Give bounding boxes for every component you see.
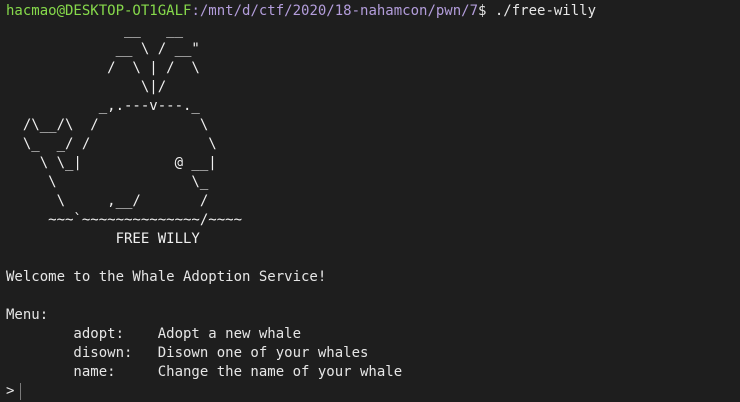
- whale-ascii-art: __ __ __ \ / __" / \ | / \ \|/ _,.---v--…: [6, 21, 734, 249]
- art-line: __ \ / __": [6, 41, 200, 57]
- terminal-window[interactable]: hacmao@DESKTOP-OT1GALF:/mnt/d/ctf/2020/1…: [0, 0, 740, 402]
- menu-item-name: name: Change the name of your whale: [6, 363, 734, 382]
- menu-description: Adopt a new whale: [157, 326, 302, 342]
- art-line: \_ _/ / \: [6, 136, 217, 152]
- input-line[interactable]: >: [6, 382, 734, 401]
- prompt-path: :/mnt/d/ctf/2020/18-nahamcon/pwn/7: [191, 3, 479, 19]
- menu-item-disown: disown: Disown one of your whales: [6, 344, 734, 363]
- menu-description: Disown one of your whales: [157, 345, 369, 361]
- prompt-user-host: hacmao@DESKTOP-OT1GALF: [6, 3, 192, 19]
- art-title: FREE WILLY: [6, 231, 200, 247]
- menu-title: Menu:: [6, 307, 49, 323]
- menu-command: name:: [6, 364, 158, 380]
- menu-description: Change the name of your whale: [157, 364, 403, 380]
- menu-command: adopt:: [6, 326, 158, 342]
- art-line: / \ | / \: [6, 60, 200, 76]
- art-line: \ \_: [6, 174, 209, 190]
- art-line: \ \_| @ __|: [6, 155, 217, 171]
- menu-item-adopt: adopt: Adopt a new whale: [6, 325, 734, 344]
- art-line: __ __: [6, 22, 184, 38]
- input-prompt-symbol: >: [6, 383, 15, 399]
- welcome-message: Welcome to the Whale Adoption Service!: [6, 269, 327, 285]
- art-line: _,.---v---._: [6, 98, 200, 114]
- art-line: ~~~`~~~~~~~~~~~~~~/~~~~: [6, 212, 243, 228]
- text-cursor[interactable]: [20, 383, 22, 400]
- menu-command: disown:: [6, 345, 158, 361]
- shell-prompt-line: hacmao@DESKTOP-OT1GALF:/mnt/d/ctf/2020/1…: [6, 2, 734, 21]
- art-line: \ ,__/ /: [6, 193, 209, 209]
- art-line: /\__/\ / \: [6, 117, 209, 133]
- art-line: \|/: [6, 79, 167, 95]
- prompt-command: $ ./free-willy: [478, 3, 597, 19]
